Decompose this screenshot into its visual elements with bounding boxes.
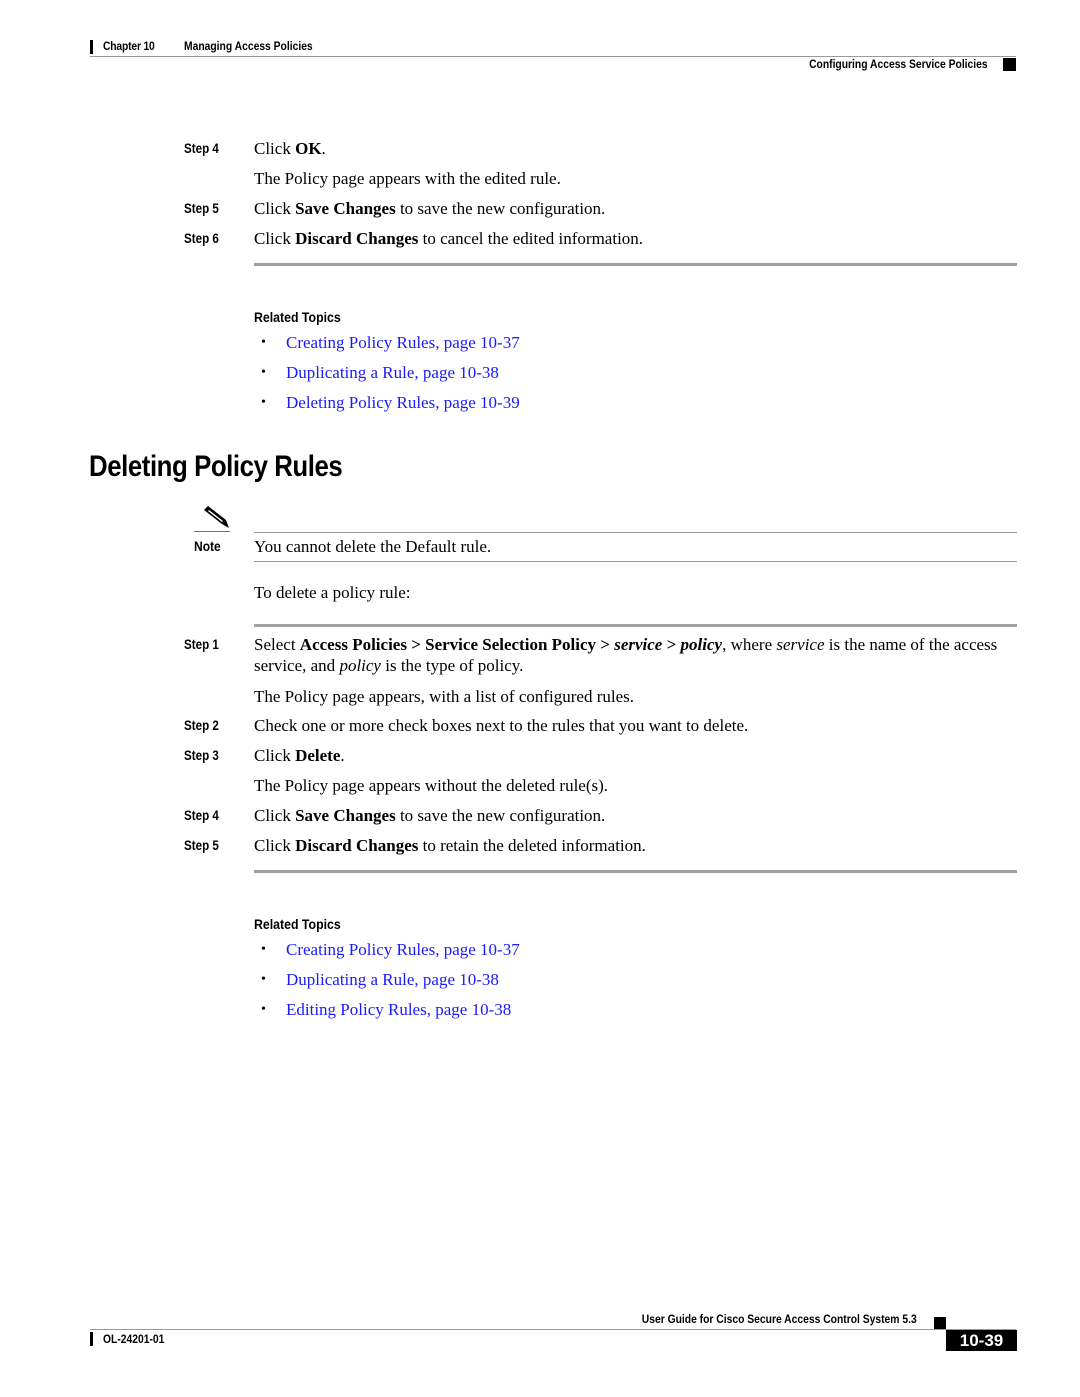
step-text-bold: Save Changes xyxy=(295,199,396,218)
step-label: Step 4 xyxy=(184,808,219,823)
step-text-italic: policy xyxy=(339,656,381,675)
menu-path-separator: > xyxy=(662,635,681,654)
step-text-pre: Click xyxy=(254,806,296,825)
step-text-pre: Click xyxy=(254,229,296,248)
step-text-italic: service xyxy=(776,635,825,654)
step-label: Step 5 xyxy=(184,201,219,216)
step-text: Click OK. xyxy=(254,138,326,159)
step-text-post: . xyxy=(321,139,326,158)
step-text-pre: Click xyxy=(254,836,296,855)
pencil-note-icon xyxy=(204,506,229,528)
related-topics-heading: Related Topics xyxy=(254,916,341,932)
link-duplicating-a-rule[interactable]: Duplicating a Rule, page 10-38 xyxy=(286,970,499,990)
bullet-icon: • xyxy=(261,1002,266,1017)
step-text-bold: OK xyxy=(295,139,322,158)
step-result-text: The Policy page appears without the dele… xyxy=(254,776,609,795)
related-topics-heading: Related Topics xyxy=(254,309,341,325)
step-text: Click Delete. xyxy=(254,745,345,766)
procedure-start-rule xyxy=(254,624,1017,627)
note-label: Note xyxy=(194,538,221,554)
step-text-post: to retain the deleted information. xyxy=(418,836,646,855)
step-label: Step 5 xyxy=(184,838,219,853)
link-creating-policy-rules[interactable]: Creating Policy Rules, page 10-37 xyxy=(286,333,520,353)
section-title: Deleting Policy Rules xyxy=(89,450,343,483)
note-icon-rule xyxy=(194,531,230,532)
step-text-bold: Save Changes xyxy=(295,806,396,825)
step-result-text: The Policy page appears, with a list of … xyxy=(254,687,635,706)
step-text: Click Save Changes to save the new confi… xyxy=(254,198,605,219)
bullet-icon: • xyxy=(261,365,266,380)
bullet-icon: • xyxy=(261,335,266,350)
step-text-post: . xyxy=(340,746,345,765)
footer-rule xyxy=(90,1329,1016,1330)
bullet-icon: • xyxy=(261,942,266,957)
procedure-intro: To delete a policy rule: xyxy=(254,583,411,602)
step-text-post: to save the new configuration. xyxy=(395,806,606,825)
step-label: Step 4 xyxy=(184,141,219,156)
link-duplicating-a-rule[interactable]: Duplicating a Rule, page 10-38 xyxy=(286,363,499,383)
step-text-post: to save the new configuration. xyxy=(395,199,606,218)
step-label: Step 6 xyxy=(184,231,219,246)
link-editing-policy-rules[interactable]: Editing Policy Rules, page 10-38 xyxy=(286,1000,511,1020)
footer-doc-number: OL-24201-01 xyxy=(103,1332,165,1346)
step-text-post: to cancel the edited information. xyxy=(418,229,644,248)
bullet-icon: • xyxy=(261,395,266,410)
footer-page-number: 10-39 xyxy=(946,1330,1017,1351)
step-label: Step 1 xyxy=(184,637,219,652)
step-text: Select Access Policies > Service Selecti… xyxy=(254,634,1017,676)
header-section-title: Configuring Access Service Policies xyxy=(809,57,988,71)
link-deleting-policy-rules[interactable]: Deleting Policy Rules, page 10-39 xyxy=(286,393,520,413)
step-result-text: The Policy page appears with the edited … xyxy=(254,169,561,188)
step-text-pre: Select xyxy=(254,635,300,654)
menu-path-service: service xyxy=(614,635,663,654)
step-text-bold: Discard Changes xyxy=(295,229,419,248)
step-text-pre: Click xyxy=(254,139,296,158)
step-text-pre: Click xyxy=(254,199,296,218)
link-creating-policy-rules[interactable]: Creating Policy Rules, page 10-37 xyxy=(286,940,520,960)
footer-guide-title: User Guide for Cisco Secure Access Contr… xyxy=(642,1312,917,1326)
header-square-marker xyxy=(1003,58,1016,71)
step-text-mid: , where xyxy=(722,635,777,654)
step-text-pre: Click xyxy=(254,746,296,765)
header-chapter-title: Managing Access Policies xyxy=(184,39,313,53)
step-label: Step 3 xyxy=(184,748,219,763)
footer-square-marker xyxy=(934,1317,946,1329)
note-top-rule xyxy=(254,532,1017,533)
step-text-post: is the type of policy. xyxy=(380,656,524,675)
footer-change-bar xyxy=(90,1332,93,1346)
header-chapter: Chapter 10 xyxy=(103,39,155,53)
menu-path-policy: policy xyxy=(680,635,723,654)
procedure-end-rule xyxy=(254,870,1017,873)
header-change-bar xyxy=(90,40,93,54)
step-label: Step 2 xyxy=(184,718,219,733)
step-text-bold: Delete xyxy=(295,746,341,765)
menu-path: Access Policies > Service Selection Poli… xyxy=(299,635,615,654)
step-text-bold: Discard Changes xyxy=(295,836,419,855)
bullet-icon: • xyxy=(261,972,266,987)
step-text: Click Save Changes to save the new confi… xyxy=(254,805,605,826)
step-text: Check one or more check boxes next to th… xyxy=(254,716,749,735)
procedure-end-rule xyxy=(254,263,1017,266)
step-text: Click Discard Changes to cancel the edit… xyxy=(254,228,643,249)
note-bottom-rule xyxy=(254,561,1017,562)
step-text: Click Discard Changes to retain the dele… xyxy=(254,835,646,856)
note-text: You cannot delete the Default rule. xyxy=(254,537,492,556)
